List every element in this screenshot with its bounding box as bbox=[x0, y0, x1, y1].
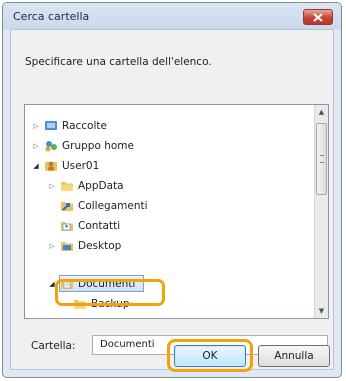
tree-item-gruppo-home[interactable]: ▷ Gruppo home bbox=[31, 137, 134, 154]
user-folder-icon bbox=[44, 159, 58, 172]
vertical-scrollbar[interactable]: ▲ ▼ bbox=[314, 105, 328, 318]
tree-item-contatti[interactable]: Contatti bbox=[60, 217, 120, 234]
collapse-arrow-icon[interactable]: ◢ bbox=[31, 161, 41, 171]
expand-arrow-icon[interactable]: ▷ bbox=[31, 121, 41, 131]
scroll-up-icon[interactable]: ▲ bbox=[315, 105, 328, 119]
tree-item-appdata[interactable]: ▷ AppData bbox=[47, 177, 124, 194]
documenti-callout-highlight bbox=[55, 279, 165, 306]
tree-item-user01[interactable]: ◢ User01 bbox=[31, 157, 99, 174]
expand-arrow-icon[interactable]: ▷ bbox=[31, 141, 41, 151]
folder-icon bbox=[60, 179, 74, 192]
tree-item-raccolte[interactable]: ▷ Raccolte bbox=[31, 117, 107, 134]
tree-item-label: Desktop bbox=[78, 239, 122, 252]
tree-item-desktop[interactable]: ▷ Desktop bbox=[47, 237, 121, 254]
tree-item-label: Collegamenti bbox=[78, 199, 148, 212]
grip-icon bbox=[320, 155, 324, 163]
tree-item-collegamenti[interactable]: Collegamenti bbox=[60, 197, 148, 214]
tree-item-label: Contatti bbox=[78, 219, 121, 232]
close-icon bbox=[313, 13, 323, 22]
library-icon bbox=[44, 119, 58, 132]
tree-item-label: User01 bbox=[62, 159, 100, 172]
scrollbar-thumb[interactable] bbox=[316, 123, 327, 195]
expand-arrow-icon[interactable]: ▷ bbox=[47, 181, 57, 191]
dialog-title: Cerca cartella bbox=[13, 10, 90, 23]
tree-item-label: Raccolte bbox=[62, 119, 107, 132]
homegroup-icon bbox=[44, 139, 58, 152]
tree-item-label: Gruppo home bbox=[62, 139, 134, 152]
browse-folder-dialog: Cerca cartella Specificare una cartella … bbox=[2, 2, 342, 378]
ok-button[interactable]: OK bbox=[174, 345, 246, 367]
title-bar: Cerca cartella bbox=[3, 3, 341, 29]
instruction-text: Specificare una cartella dell'elenco. bbox=[25, 56, 212, 68]
close-button[interactable] bbox=[303, 9, 333, 25]
links-folder-icon bbox=[60, 199, 74, 212]
contacts-folder-icon bbox=[60, 219, 74, 232]
expand-arrow-icon[interactable]: ▷ bbox=[47, 241, 57, 251]
scroll-down-icon[interactable]: ▼ bbox=[315, 304, 328, 318]
cancel-button[interactable]: Annulla bbox=[258, 345, 330, 367]
folder-field-label: Cartella: bbox=[31, 340, 76, 352]
desktop-folder-icon bbox=[60, 239, 74, 252]
dialog-body: Specificare una cartella dell'elenco. ▷ … bbox=[10, 29, 334, 370]
tree-item-label: AppData bbox=[78, 179, 124, 192]
